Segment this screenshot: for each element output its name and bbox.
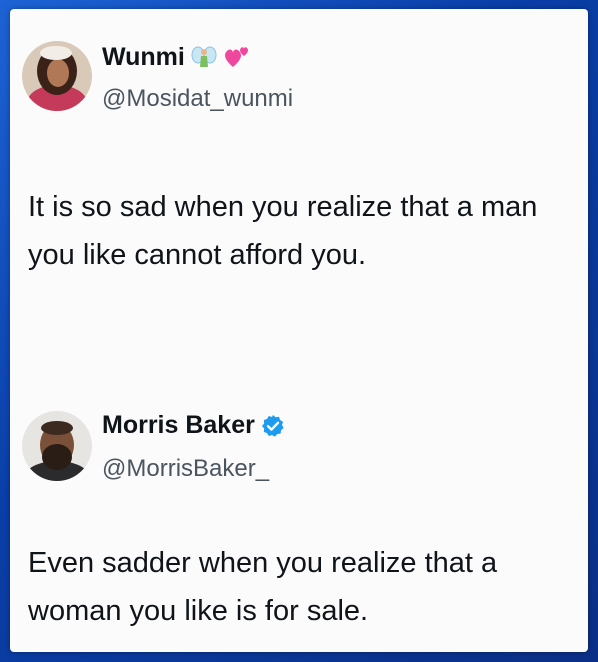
tweet-header: Wunmi @Mosidat_wunmi: [10, 33, 588, 113]
display-name[interactable]: Morris Baker: [102, 411, 255, 440]
avatar-photo-icon: [22, 41, 92, 111]
screenshot-card: Wunmi @Mosidat_wunmi It is so sad when y…: [10, 9, 588, 652]
tweet-morris-baker: Morris Baker @MorrisBaker_ Even sadder w…: [10, 399, 588, 627]
fairy-icon: [191, 46, 217, 67]
tweet-wunmi: Wunmi @Mosidat_wunmi It is so sad when y…: [10, 33, 588, 271]
avatar-photo-icon: [22, 411, 92, 481]
two-hearts-icon: [224, 46, 248, 67]
tweet-text: It is so sad when you realize that a man…: [28, 191, 538, 271]
display-name[interactable]: Wunmi: [102, 43, 185, 72]
tweet-header: Morris Baker @MorrisBaker_: [10, 399, 588, 482]
display-name-row: Wunmi: [102, 43, 251, 72]
avatar[interactable]: [22, 41, 92, 111]
display-name-row: Morris Baker: [102, 411, 285, 440]
avatar[interactable]: [22, 411, 92, 481]
handle[interactable]: @Mosidat_wunmi: [102, 85, 293, 113]
tweet-text: Even sadder when you realize that a woma…: [28, 547, 498, 627]
handle[interactable]: @MorrisBaker_: [102, 455, 269, 483]
verified-badge-icon: [261, 414, 284, 437]
